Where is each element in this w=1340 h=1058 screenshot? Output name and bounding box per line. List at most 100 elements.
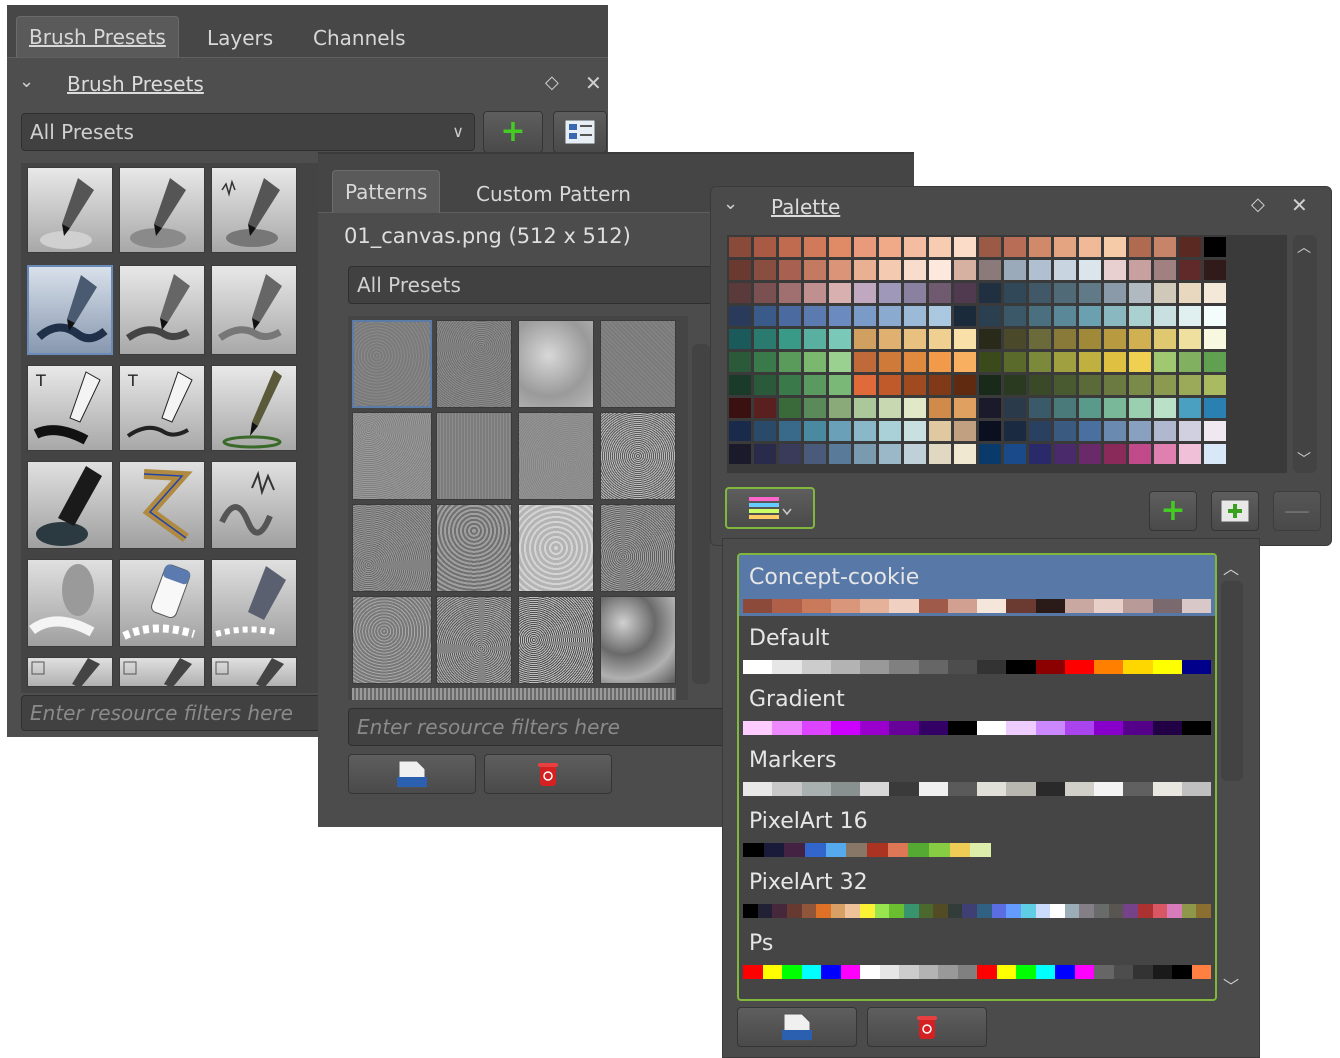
palette-swatch[interactable]	[754, 329, 776, 349]
pattern-resource-filter-input[interactable]: Enter resource filters here	[348, 708, 728, 746]
brush-preset-thumb[interactable]	[27, 559, 113, 647]
palette-swatch[interactable]	[1029, 375, 1051, 395]
pattern-thumb[interactable]	[436, 412, 512, 500]
palette-swatch[interactable]	[879, 421, 901, 441]
palette-swatch[interactable]	[1079, 237, 1101, 257]
palette-swatch[interactable]	[1204, 260, 1226, 280]
palette-swatch[interactable]	[1029, 283, 1051, 303]
palette-swatch[interactable]	[1029, 352, 1051, 372]
palette-swatch[interactable]	[904, 352, 926, 372]
brush-preset-thumb[interactable]: T	[27, 365, 113, 451]
palette-swatch[interactable]	[1054, 283, 1076, 303]
palette-swatch[interactable]	[1004, 283, 1026, 303]
palette-swatch[interactable]	[879, 352, 901, 372]
palette-swatch[interactable]	[1129, 283, 1151, 303]
palette-swatch[interactable]	[979, 329, 1001, 349]
palette-swatch[interactable]	[854, 260, 876, 280]
palette-swatch[interactable]	[804, 375, 826, 395]
palette-swatch[interactable]	[1029, 444, 1051, 464]
brush-preset-thumb[interactable]	[27, 657, 113, 688]
scroll-up-icon[interactable]: ︿	[1223, 555, 1239, 579]
palette-swatch[interactable]	[1179, 260, 1201, 280]
collapse-icon[interactable]: ⌄	[19, 71, 34, 92]
brush-preset-thumb[interactable]	[211, 559, 297, 647]
scroll-up-icon[interactable]: ︿	[1297, 237, 1311, 257]
palette-swatch[interactable]	[779, 444, 801, 464]
delete-palette-button[interactable]	[867, 1007, 987, 1047]
palette-swatch[interactable]	[854, 421, 876, 441]
pattern-thumb[interactable]	[518, 596, 594, 684]
palette-swatch[interactable]	[729, 260, 751, 280]
palette-swatch[interactable]	[1079, 398, 1101, 418]
palette-swatch[interactable]	[904, 421, 926, 441]
tab-layers[interactable]: Layers	[195, 20, 285, 56]
palette-swatch[interactable]	[1054, 260, 1076, 280]
palette-list-item-selected[interactable]: Concept-cookie	[739, 555, 1215, 616]
brush-preset-thumb[interactable]	[27, 167, 113, 253]
pattern-thumb[interactable]	[518, 504, 594, 592]
palette-swatch[interactable]	[1204, 237, 1226, 257]
palette-swatch[interactable]	[854, 398, 876, 418]
palette-swatch[interactable]	[829, 329, 851, 349]
palette-swatch[interactable]	[779, 421, 801, 441]
palette-swatch[interactable]	[1179, 444, 1201, 464]
close-icon[interactable]: ✕	[1291, 193, 1308, 217]
pattern-thumb[interactable]	[352, 504, 432, 592]
palette-swatch[interactable]	[904, 444, 926, 464]
palette-swatch[interactable]	[904, 283, 926, 303]
palette-swatch[interactable]	[1004, 306, 1026, 326]
palette-swatch[interactable]	[854, 352, 876, 372]
palette-swatch[interactable]	[854, 375, 876, 395]
palette-swatch[interactable]	[979, 444, 1001, 464]
palette-swatch[interactable]	[1104, 237, 1126, 257]
palette-list-item[interactable]: PixelArt 32	[739, 860, 1215, 921]
palette-swatch[interactable]	[1104, 329, 1126, 349]
palette-swatch[interactable]	[729, 444, 751, 464]
brush-preset-thumb-selected[interactable]	[27, 265, 113, 355]
palette-swatch[interactable]	[879, 375, 901, 395]
palette-swatch[interactable]	[1129, 306, 1151, 326]
palette-swatch[interactable]	[779, 398, 801, 418]
palette-list-item[interactable]: Ps	[739, 921, 1215, 982]
palette-swatch[interactable]	[1054, 421, 1076, 441]
palette-swatch[interactable]	[929, 444, 951, 464]
add-preset-button[interactable]: +	[483, 111, 543, 153]
palette-swatch[interactable]	[1054, 237, 1076, 257]
pattern-thumb[interactable]	[352, 412, 432, 500]
palette-swatch[interactable]	[1079, 283, 1101, 303]
palette-list-item[interactable]: Markers	[739, 738, 1215, 799]
palette-swatch[interactable]	[929, 237, 951, 257]
palette-swatch[interactable]	[929, 398, 951, 418]
pattern-thumb[interactable]	[436, 320, 512, 408]
tab-patterns[interactable]: Patterns	[332, 170, 441, 213]
palette-swatch[interactable]	[1179, 421, 1201, 441]
palette-swatch[interactable]	[929, 260, 951, 280]
palette-swatch[interactable]	[1204, 398, 1226, 418]
palette-swatch[interactable]	[1079, 306, 1101, 326]
palette-swatch[interactable]	[1154, 375, 1176, 395]
palette-swatch[interactable]	[1054, 352, 1076, 372]
palette-swatch[interactable]	[829, 352, 851, 372]
brush-preset-thumb[interactable]	[211, 365, 297, 451]
scroll-down-icon[interactable]: ﹀	[1297, 449, 1311, 469]
palette-swatch[interactable]	[729, 306, 751, 326]
palette-swatch[interactable]	[1054, 444, 1076, 464]
palette-swatch[interactable]	[829, 375, 851, 395]
palette-swatch[interactable]	[779, 237, 801, 257]
brush-preset-thumb[interactable]	[119, 657, 205, 688]
palette-swatch[interactable]	[1079, 352, 1101, 372]
palette-swatch[interactable]	[1129, 260, 1151, 280]
remove-color-button[interactable]: —	[1273, 491, 1321, 531]
palette-swatch[interactable]	[804, 398, 826, 418]
palette-swatch[interactable]	[954, 352, 976, 372]
palette-list-item[interactable]: Gradient	[739, 677, 1215, 738]
palette-swatch[interactable]	[1179, 306, 1201, 326]
palette-swatch[interactable]	[754, 283, 776, 303]
palette-swatch[interactable]	[904, 237, 926, 257]
palette-swatch[interactable]	[779, 329, 801, 349]
palette-swatch[interactable]	[1104, 444, 1126, 464]
brush-resource-filter-input[interactable]: Enter resource filters here	[21, 695, 321, 731]
palette-list-item[interactable]: PixelArt 16	[739, 799, 1215, 860]
palette-swatch[interactable]	[1129, 444, 1151, 464]
palette-swatch[interactable]	[754, 260, 776, 280]
